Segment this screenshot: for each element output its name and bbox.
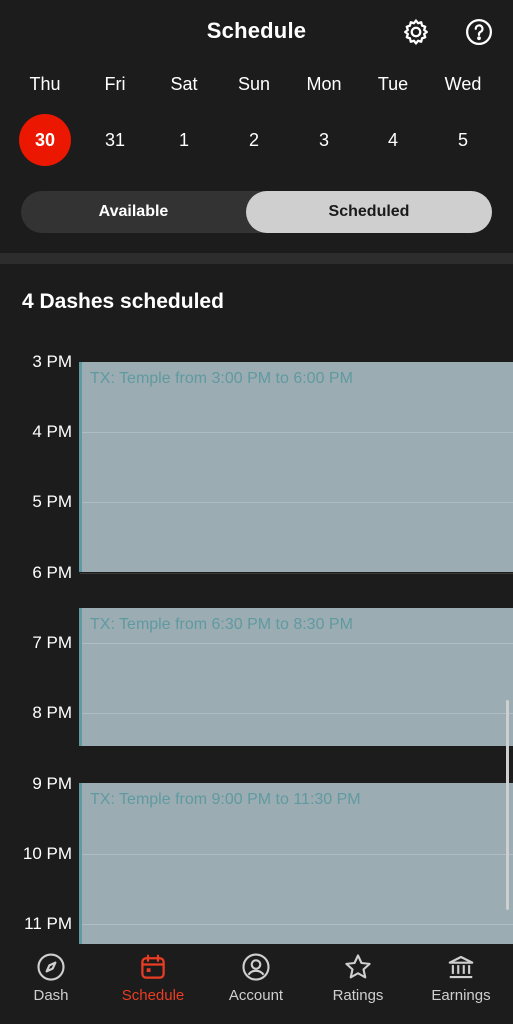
weekday-label: Fri: [104, 74, 126, 94]
weekday-label: Wed: [444, 74, 482, 94]
tab-label: Dash: [33, 987, 69, 1004]
scheduled-dash-block[interactable]: TX: Temple from 9:00 PM to 11:30 PM: [79, 783, 513, 944]
hour-label: 4 PM: [32, 422, 72, 441]
block-hour-line: [82, 502, 513, 503]
hour-label: 7 PM: [32, 633, 72, 652]
hour-label: 5 PM: [32, 492, 72, 511]
bank-icon: [448, 955, 474, 979]
tab-label: Account: [228, 987, 284, 1004]
account-icon: [242, 953, 270, 981]
help-circle-icon[interactable]: [464, 17, 494, 47]
weekday-label: Sun: [237, 74, 271, 94]
hour-label: 10 PM: [22, 844, 72, 863]
hour-label: 3 PM: [32, 352, 72, 371]
availability-toggle: Available Scheduled: [21, 191, 492, 233]
date-item[interactable]: 4: [367, 114, 419, 166]
tab-ratings[interactable]: Ratings: [307, 944, 409, 1024]
hour-label: 11 PM: [24, 914, 72, 933]
block-hour-line: [82, 924, 513, 925]
scheduled-tab[interactable]: Scheduled: [246, 191, 492, 233]
date-item[interactable]: 3: [298, 114, 350, 166]
scheduled-dash-block[interactable]: TX: Temple from 3:00 PM to 6:00 PM: [79, 362, 513, 572]
block-hour-line: [82, 432, 513, 433]
weekday-label: Thu: [29, 74, 61, 94]
date-row: 30 31 1 2 3 4 5: [0, 114, 513, 168]
tab-schedule[interactable]: Schedule: [102, 944, 204, 1024]
date-item[interactable]: 2: [228, 114, 280, 166]
hour-gridline: [80, 573, 513, 574]
tab-label: Earnings: [431, 987, 491, 1004]
tab-label: Schedule: [121, 987, 185, 1004]
header: Schedule: [0, 0, 513, 66]
tab-earnings[interactable]: Earnings: [410, 944, 512, 1024]
scrollbar[interactable]: [506, 700, 509, 910]
gear-icon[interactable]: [401, 17, 431, 47]
tab-account[interactable]: Account: [205, 944, 307, 1024]
available-tab[interactable]: Available: [21, 191, 246, 233]
hour-label: 6 PM: [32, 563, 72, 582]
date-item[interactable]: 5: [437, 114, 489, 166]
weekday-row: Thu Fri Sat Sun Mon Tue Wed: [0, 74, 513, 104]
bottom-tab-bar: Dash Schedule Account Ratings Earnings: [0, 944, 513, 1024]
tab-label: Ratings: [332, 987, 384, 1004]
schedule-timeline[interactable]: 3 PM 4 PM 5 PM 6 PM 7 PM 8 PM 9 PM 10 PM…: [0, 340, 513, 944]
scheduled-dash-block[interactable]: TX: Temple from 6:30 PM to 8:30 PM: [79, 608, 513, 746]
page-title: Schedule: [206, 18, 307, 43]
weekday-label: Mon: [306, 74, 342, 94]
hour-label: 9 PM: [32, 774, 72, 793]
date-item[interactable]: 1: [158, 114, 210, 166]
date-item[interactable]: 31: [89, 114, 141, 166]
block-hour-line: [82, 713, 513, 714]
compass-icon: [37, 953, 65, 981]
hour-label: 8 PM: [32, 703, 72, 722]
calendar-icon: [141, 954, 165, 979]
section-divider: [0, 253, 513, 264]
date-selected[interactable]: 30: [19, 114, 71, 166]
block-hour-line: [82, 854, 513, 855]
dash-block-label: TX: Temple from 6:30 PM to 8:30 PM: [90, 616, 353, 633]
dashes-count-heading: 4 Dashes scheduled: [22, 290, 224, 313]
block-hour-line: [82, 643, 513, 644]
weekday-label: Sat: [170, 74, 198, 94]
weekday-label: Tue: [377, 74, 409, 94]
star-icon: [345, 954, 371, 979]
tab-dash[interactable]: Dash: [0, 944, 102, 1024]
dash-block-label: TX: Temple from 9:00 PM to 11:30 PM: [90, 791, 361, 808]
dash-block-label: TX: Temple from 3:00 PM to 6:00 PM: [90, 370, 353, 387]
